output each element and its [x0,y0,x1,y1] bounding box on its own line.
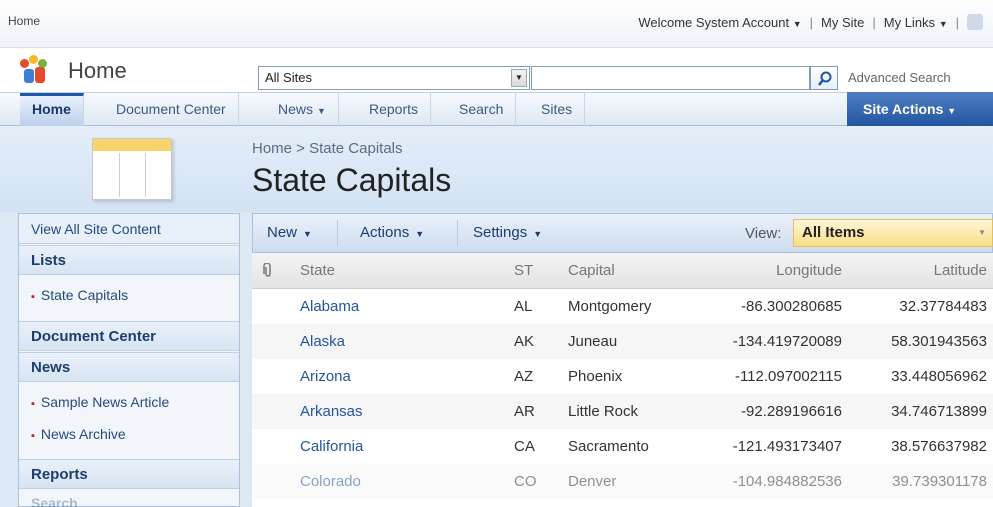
quicklaunch-state-capitals[interactable]: State Capitals [19,280,239,310]
table-row[interactable]: Colorado CO Denver -104.984882536 39.739… [252,464,993,499]
actions-menu[interactable]: Actions ▼ [360,214,424,252]
latitude-cell: 33.448056962 [891,368,987,385]
st-cell: AK [514,333,535,350]
site-title[interactable]: Home [68,58,127,84]
tab-search[interactable]: Search [447,93,517,126]
divider [337,220,338,246]
quick-launch: View All Site Content Lists State Capita… [18,213,240,507]
chevron-down-icon: ▼ [533,229,543,239]
attachment-icon [263,263,271,277]
list-view-table: State ST Capital Longitude Latitude Alab… [252,253,993,507]
my-links-menu[interactable]: My Links ▼ [884,15,948,30]
latitude-cell: 38.576637982 [891,438,987,455]
tab-sites[interactable]: Sites [529,93,586,126]
tab-home[interactable]: Home [20,93,84,126]
tab-document-center[interactable]: Document Center [104,93,239,126]
st-cell: AZ [514,368,534,385]
chevron-down-icon: ▼ [938,18,948,29]
table-row[interactable]: Alaska AK Juneau -134.419720089 58.30194… [252,324,993,359]
longitude-cell: -104.984882536 [732,473,842,490]
st-cell: CO [514,473,537,490]
latitude-cell: 32.37784483 [899,298,987,315]
top-bar: Home Welcome System Account ▼ | My Site … [0,0,993,48]
table-row[interactable]: Arkansas AR Little Rock -92.289196616 34… [252,394,993,429]
capital-cell: Sacramento [568,438,649,455]
view-select[interactable]: All Items ▼ [793,219,993,247]
column-header-capital[interactable]: Capital [568,253,615,289]
search-icon [818,71,832,86]
settings-menu[interactable]: Settings ▼ [473,214,542,252]
quicklaunch-search[interactable]: Search [19,488,239,507]
top-home-link[interactable]: Home [8,14,40,28]
sharepoint-logo-icon [20,55,54,85]
st-cell: CA [514,438,535,455]
quicklaunch-document-center[interactable]: Document Center [19,321,239,351]
table-row[interactable]: Arizona AZ Phoenix -112.097002115 33.448… [252,359,993,394]
state-link[interactable]: California [300,429,363,464]
quicklaunch-lists-header[interactable]: Lists [19,245,239,275]
longitude-cell: -92.289196616 [741,403,842,420]
new-menu[interactable]: New ▼ [267,214,312,252]
welcome-menu: Welcome System Account ▼ | My Site | My … [638,14,983,30]
state-link[interactable]: Alaska [300,324,345,359]
breadcrumb[interactable]: Home > State Capitals [252,140,403,157]
tab-reports[interactable]: Reports [357,93,432,126]
welcome-user-menu[interactable]: Welcome System Account ▼ [638,15,801,30]
capital-cell: Phoenix [568,368,623,385]
advanced-search-link[interactable]: Advanced Search [848,70,951,85]
capital-cell: Juneau [568,333,618,350]
latitude-cell: 34.746713899 [891,403,987,420]
chevron-down-icon: ▼ [317,106,326,116]
longitude-cell: -134.419720089 [732,333,842,350]
search-button[interactable] [810,66,838,90]
longitude-cell: -121.493173407 [732,438,842,455]
site-header: Home All Sites ▼ Advanced Search [0,48,993,96]
latitude-cell: 58.301943563 [891,333,987,350]
help-icon[interactable] [967,14,983,30]
latitude-cell: 39.739301178 [892,473,987,490]
site-actions-menu[interactable]: Site Actions ▼ [847,92,993,126]
search-input[interactable] [531,66,810,90]
capital-cell: Little Rock [568,403,639,420]
chevron-down-icon: ▼ [792,18,802,29]
chevron-down-icon: ▼ [947,106,957,116]
capital-cell: Denver [568,473,617,490]
chevron-down-icon: ▼ [415,229,425,239]
chevron-down-icon: ▼ [978,228,986,237]
chevron-down-icon: ▼ [303,229,312,239]
column-header-longitude[interactable]: Longitude [692,253,842,289]
table-row[interactable]: California CA Sacramento -121.493173407 … [252,429,993,464]
quicklaunch-sample-news-article[interactable]: Sample News Article [19,387,239,417]
capital-cell: Montgomery [568,298,652,315]
st-cell: AL [514,298,533,315]
view-all-site-content-link[interactable]: View All Site Content [19,214,239,244]
top-nav: Home Document Center News ▼ Reports Searc… [0,92,993,126]
longitude-cell: -112.097002115 [734,368,842,385]
column-header-st[interactable]: ST [514,253,533,289]
page-title: State Capitals [252,162,452,198]
quicklaunch-news-archive[interactable]: News Archive [19,419,239,449]
state-link[interactable]: Colorado [300,464,361,499]
state-link[interactable]: Arkansas [300,394,363,429]
quicklaunch-news-header[interactable]: News [19,352,239,382]
view-label: View: [745,225,782,242]
tab-news[interactable]: News ▼ [266,93,339,126]
divider: | [809,14,814,30]
longitude-cell: -86.300280685 [741,298,842,315]
quicklaunch-reports[interactable]: Reports [19,459,239,489]
state-link[interactable]: Alabama [300,289,359,324]
divider: | [872,14,876,30]
chevron-down-icon: ▼ [511,69,527,87]
list-icon [92,138,172,200]
search-scope-select[interactable]: All Sites ▼ [258,66,530,90]
table-row[interactable]: Alabama AL Montgomery -86.300280685 32.3… [252,289,993,324]
st-cell: AR [514,403,535,420]
column-header-latitude[interactable]: Latitude [852,253,987,289]
column-header-state[interactable]: State [300,253,335,289]
table-header-row: State ST Capital Longitude Latitude [252,253,993,289]
divider [457,220,458,246]
divider: | [955,14,959,30]
my-site-link[interactable]: My Site [821,15,864,30]
state-link[interactable]: Arizona [300,359,351,394]
